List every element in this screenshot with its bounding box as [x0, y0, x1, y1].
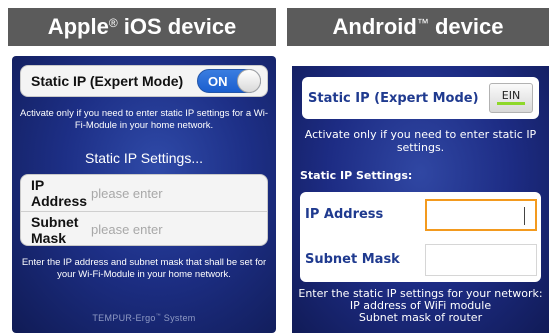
- trademark-mark: ™: [416, 16, 429, 30]
- footer-brand-suffix: System: [161, 313, 196, 323]
- ios-activation-note: Activate only if you need to enter stati…: [20, 108, 268, 131]
- ios-subnet-mask-row: Subnet Mask: [21, 211, 267, 247]
- ios-footer-brand: TEMPUR-Ergo™ System: [12, 313, 276, 323]
- android-header-suffix: device: [428, 14, 504, 39]
- text-cursor-icon: [524, 206, 525, 225]
- switch-knob-icon: [237, 69, 261, 93]
- ios-switch-state: ON: [208, 73, 228, 89]
- android-ip-address-input[interactable]: [425, 198, 537, 231]
- android-subnet-mask-input[interactable]: [425, 243, 537, 276]
- ios-ip-address-row: IP Address: [21, 175, 267, 211]
- android-section-title: Static IP Settings:: [300, 169, 413, 182]
- android-screen: Static IP (Expert Mode) EIN Activate onl…: [292, 66, 549, 333]
- android-static-ip-label: Static IP (Expert Mode): [308, 90, 479, 106]
- ios-device-header: Apple ® iOS device: [8, 8, 276, 46]
- ios-settings-group: IP Address Subnet Mask: [20, 174, 268, 246]
- ios-ip-address-input[interactable]: [91, 185, 267, 201]
- android-ip-address-row: IP Address: [300, 192, 541, 237]
- ios-subnet-mask-input[interactable]: [91, 222, 267, 237]
- footer-brand-name: TEMPUR-Ergo: [92, 313, 156, 323]
- ios-static-ip-toggle-row: Static IP (Expert Mode) ON: [20, 65, 268, 97]
- android-settings-group: IP Address Subnet Mask: [300, 192, 541, 282]
- android-toggle-state: EIN: [501, 89, 521, 102]
- toggle-on-indicator-icon: [497, 102, 525, 105]
- ios-section-title: Static IP Settings...: [84, 150, 204, 166]
- android-static-ip-toggle-row: Static IP (Expert Mode) EIN: [302, 77, 539, 119]
- ios-screen: Static IP (Expert Mode) ON Activate only…: [12, 56, 276, 333]
- ios-ip-address-label: IP Address: [31, 177, 88, 209]
- android-instruction-line: Subnet mask of router: [358, 311, 483, 324]
- android-activation-note: Activate only if you need to enter stati…: [304, 128, 537, 154]
- registered-mark: ®: [108, 16, 118, 30]
- android-subnet-mask-label: Subnet Mask: [305, 252, 400, 267]
- ios-header-brand: Apple: [47, 14, 109, 39]
- android-device-header: Android ™ device: [287, 8, 549, 46]
- android-subnet-mask-row: Subnet Mask: [300, 237, 541, 282]
- ios-header-suffix: iOS device: [117, 14, 237, 39]
- android-static-ip-toggle[interactable]: EIN: [489, 83, 533, 113]
- android-instruction-note: Enter the static IP settings for your ne…: [298, 288, 543, 324]
- ios-static-ip-switch[interactable]: ON: [197, 69, 261, 93]
- android-ip-address-label: IP Address: [305, 207, 384, 222]
- ios-subnet-mask-label: Subnet Mask: [31, 213, 79, 246]
- ios-instruction-note: Enter the IP address and subnet mask tha…: [21, 257, 267, 280]
- ios-static-ip-label: Static IP (Expert Mode): [31, 73, 184, 89]
- android-header-brand: Android: [332, 14, 417, 39]
